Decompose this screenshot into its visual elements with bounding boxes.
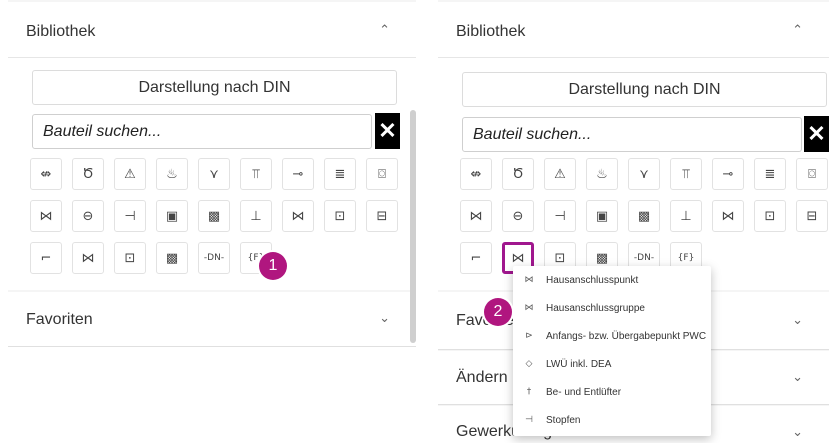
- symbol-tile[interactable]: ⊣: [544, 200, 576, 232]
- dropdown-item[interactable]: ⊣ Stopfen: [513, 406, 711, 434]
- symbol-dropdown-menu: ⋈ Hausanschlusspunkt ⋈ Hausanschlussgruppe…: [513, 266, 711, 436]
- plug-icon: ⊣: [525, 415, 533, 425]
- symbol-tile[interactable]: ▩: [156, 242, 188, 274]
- symbol-tile[interactable]: ⊖: [72, 200, 104, 232]
- library-section-header[interactable]: Bibliothek ⌃: [438, 2, 829, 58]
- dropdown-item[interactable]: ⋈ Hausanschlusspunkt: [513, 266, 711, 294]
- dropdown-item[interactable]: † Be- und Entlüfter: [513, 378, 711, 406]
- favorites-title: Favoriten: [26, 310, 93, 328]
- library-title: Bibliothek: [456, 23, 526, 40]
- symbol-tile[interactable]: Ծ: [72, 158, 104, 190]
- chevron-up-icon[interactable]: ⌃: [792, 22, 803, 38]
- transfer-point-icon: ⊳: [525, 331, 533, 341]
- dropdown-item-label: LWÜ inkl. DEA: [546, 358, 612, 370]
- symbol-tile[interactable]: ⫪: [240, 158, 272, 190]
- vent-icon: †: [526, 387, 532, 397]
- symbol-tile[interactable]: ⋈: [712, 200, 744, 232]
- symbol-tile[interactable]: ▩: [628, 200, 660, 232]
- component-search-input[interactable]: Bauteil suchen...: [462, 117, 802, 152]
- symbol-tile[interactable]: ⊡: [324, 200, 356, 232]
- symbol-tile[interactable]: ♨: [156, 158, 188, 190]
- symbol-tile[interactable]: ≣: [754, 158, 786, 190]
- symbol-tile[interactable]: ⫪: [670, 158, 702, 190]
- symbol-tile[interactable]: ▣: [586, 200, 618, 232]
- favorites-section-header[interactable]: Favoriten ⌄: [8, 292, 416, 347]
- library-section-header[interactable]: Bibliothek ⌃: [8, 2, 416, 58]
- close-icon[interactable]: ✕: [375, 113, 400, 149]
- lwu-icon: ◇: [525, 359, 533, 369]
- symbol-tile[interactable]: ⌐: [30, 242, 62, 274]
- symbol-tile[interactable]: ⋈: [72, 242, 104, 274]
- library-section-body: Darstellung nach DIN Bauteil suchen... ✕…: [438, 58, 829, 290]
- symbol-tile[interactable]: ▩: [198, 200, 230, 232]
- symbol-tile[interactable]: ⊡: [754, 200, 786, 232]
- symbol-tile[interactable]: ⋎: [628, 158, 660, 190]
- chevron-up-icon[interactable]: ⌃: [379, 22, 390, 38]
- house-connection-group-icon: ⋈: [524, 303, 534, 313]
- component-search-input[interactable]: Bauteil suchen...: [32, 114, 372, 149]
- symbol-tile[interactable]: ⊟: [366, 200, 398, 232]
- step-badge: 2: [484, 298, 512, 326]
- dropdown-item-label: Anfangs- bzw. Übergabepunkt PWC: [546, 330, 707, 342]
- chevron-down-icon[interactable]: ⌄: [792, 312, 803, 328]
- symbol-tile[interactable]: ⋈: [282, 200, 314, 232]
- symbol-tile[interactable]: ⚠: [114, 158, 146, 190]
- chevron-down-icon[interactable]: ⌄: [379, 310, 390, 326]
- symbol-tile[interactable]: ▣: [156, 200, 188, 232]
- symbol-tile[interactable]: ⊥: [670, 200, 702, 232]
- symbol-tile[interactable]: -DN-: [198, 242, 230, 274]
- scrollbar[interactable]: [410, 110, 416, 343]
- symbol-tile[interactable]: ⊟: [796, 200, 828, 232]
- library-panel-left: Bibliothek ⌃ Darstellung nach DIN Bautei…: [8, 0, 416, 347]
- library-title: Bibliothek: [26, 23, 96, 40]
- chevron-down-icon[interactable]: ⌄: [792, 424, 803, 440]
- dropdown-item-label: Hausanschlusspunkt: [546, 274, 639, 286]
- dropdown-item[interactable]: ⋈ Hausanschlussgruppe: [513, 294, 711, 322]
- symbol-tile[interactable]: ⋈: [30, 200, 62, 232]
- din-display-button[interactable]: Darstellung nach DIN: [462, 72, 827, 107]
- dropdown-item-label: Stopfen: [546, 414, 581, 426]
- symbol-tile[interactable]: ≣: [324, 158, 356, 190]
- dropdown-item-label: Be- und Entlüfter: [546, 386, 622, 398]
- symbol-tile[interactable]: ⊸: [282, 158, 314, 190]
- aendern-title: Ändern (: [456, 369, 518, 386]
- library-section-body: Darstellung nach DIN Bauteil suchen... ✕…: [8, 58, 416, 290]
- din-display-button[interactable]: Darstellung nach DIN: [32, 70, 397, 105]
- symbol-tile[interactable]: ⊸: [712, 158, 744, 190]
- symbol-tile[interactable]: ⊖: [502, 200, 534, 232]
- symbol-tile[interactable]: Ծ: [502, 158, 534, 190]
- dropdown-item[interactable]: ⊳ Anfangs- bzw. Übergabepunkt PWC: [513, 322, 711, 350]
- symbol-tile[interactable]: ⇎: [460, 158, 492, 190]
- symbol-tile[interactable]: ⇎: [30, 158, 62, 190]
- symbol-tile[interactable]: ⊣: [114, 200, 146, 232]
- symbol-tile[interactable]: ⋈: [460, 200, 492, 232]
- house-connection-point-icon: ⋈: [524, 275, 534, 285]
- symbol-tile[interactable]: ⚠: [544, 158, 576, 190]
- symbol-tile[interactable]: ⌐: [460, 242, 492, 274]
- symbol-tile[interactable]: ♨: [586, 158, 618, 190]
- symbol-tile[interactable]: ⊥: [240, 200, 272, 232]
- symbol-tile[interactable]: ⌼: [796, 158, 828, 190]
- symbol-tile[interactable]: ⋎: [198, 158, 230, 190]
- icon-grid: ⇎ Ծ ⚠ ♨ ⋎ ⫪ ⊸ ≣ ⌼ ⋈ ⊖ ⊣ ▣ ▩ ⊥ ⋈ ⊡ ⊟ ⌐ ⋈ …: [460, 158, 829, 278]
- dropdown-item-label: Hausanschlussgruppe: [546, 302, 645, 314]
- chevron-down-icon[interactable]: ⌄: [792, 369, 803, 385]
- icon-grid: ⇎ Ծ ⚠ ♨ ⋎ ⫪ ⊸ ≣ ⌼ ⋈ ⊖ ⊣ ▣ ▩ ⊥ ⋈ ⊡ ⊟ ⌐ ⋈ …: [30, 158, 400, 278]
- step-badge: 1: [259, 252, 287, 280]
- symbol-tile[interactable]: ⌼: [366, 158, 398, 190]
- close-icon[interactable]: ✕: [804, 116, 829, 152]
- symbol-tile[interactable]: ⊡: [114, 242, 146, 274]
- dropdown-item[interactable]: ◇ LWÜ inkl. DEA: [513, 350, 711, 378]
